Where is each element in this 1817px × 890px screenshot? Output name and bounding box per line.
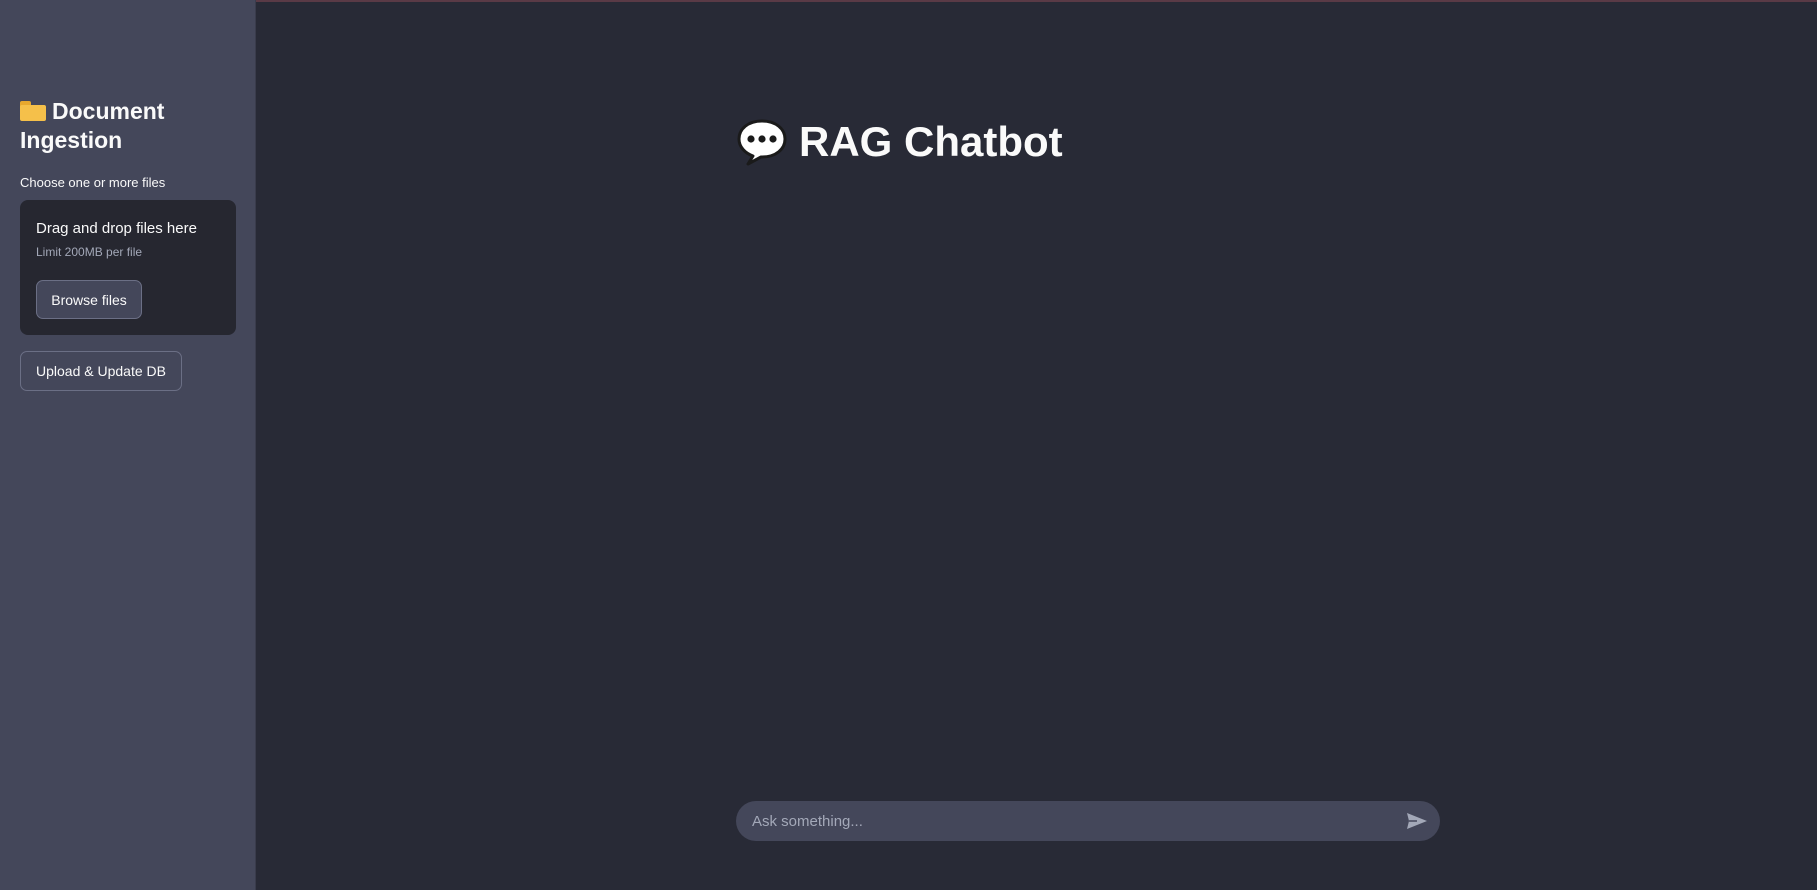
page-title: RAG Chatbot [736,118,1063,166]
folder-icon [20,101,46,121]
send-button[interactable] [1404,809,1430,833]
file-dropzone[interactable]: Drag and drop files here Limit 200MB per… [20,200,236,335]
file-uploader-label: Choose one or more files [20,175,166,190]
top-decoration-line [0,0,1817,2]
chat-input-container [736,801,1440,841]
dropzone-title: Drag and drop files here [36,220,197,237]
speech-bubble-icon [737,119,787,166]
upload-update-db-button[interactable]: Upload & Update DB [20,351,182,391]
browse-files-button[interactable]: Browse files [36,280,142,319]
chat-input[interactable] [752,801,1392,841]
page-title-text: RAG Chatbot [799,118,1063,165]
sidebar: Document Ingestion Choose one or more fi… [0,0,256,890]
sidebar-title: Document Ingestion [20,97,240,155]
send-icon [1407,813,1427,829]
dropzone-size-limit: Limit 200MB per file [36,245,143,259]
